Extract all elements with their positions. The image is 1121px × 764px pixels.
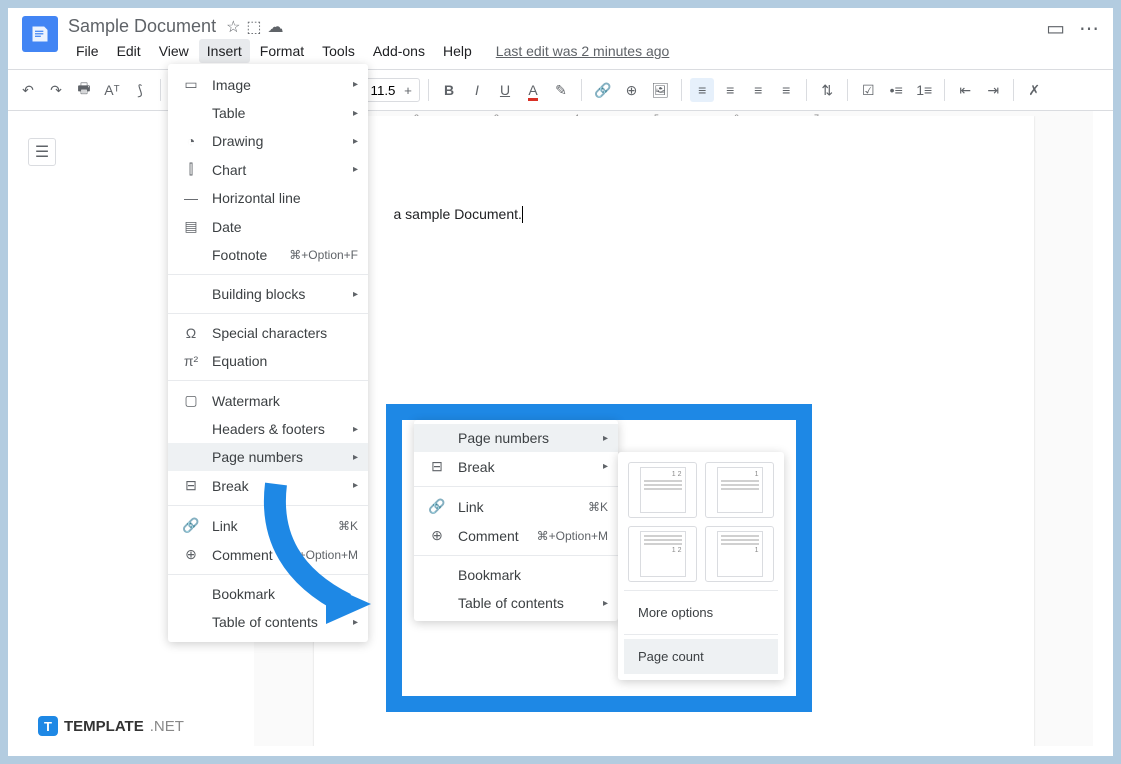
pn-option-top-right-skip[interactable]: 1 bbox=[705, 462, 774, 518]
menu-edit[interactable]: Edit bbox=[109, 39, 149, 63]
add-comment-icon[interactable]: ⊕ bbox=[619, 78, 643, 103]
insert-equation[interactable]: π²Equation bbox=[168, 347, 368, 375]
sub-break[interactable]: ⊟Break▸ bbox=[414, 452, 618, 481]
undo-icon[interactable]: ↶ bbox=[16, 78, 40, 103]
bullet-list-icon[interactable]: •≡ bbox=[884, 78, 908, 102]
insert-date[interactable]: ▤Date bbox=[168, 212, 368, 241]
insert-hr[interactable]: —Horizontal line bbox=[168, 184, 368, 212]
insert-building-blocks[interactable]: Building blocks▸ bbox=[168, 280, 368, 308]
docs-logo bbox=[22, 16, 58, 52]
pn-option-top-right[interactable]: 1 2 bbox=[628, 462, 697, 518]
star-icon[interactable]: ☆ bbox=[226, 17, 240, 37]
sub-page-numbers[interactable]: Page numbers▸ bbox=[414, 424, 618, 452]
insert-headers-footers[interactable]: Headers & footers▸ bbox=[168, 415, 368, 443]
document-body-text: a sample Document. bbox=[394, 206, 522, 222]
move-icon[interactable]: ⬚ bbox=[246, 17, 261, 37]
insert-watermark[interactable]: ▢Watermark bbox=[168, 386, 368, 415]
comment-history-icon[interactable]: ▭ bbox=[1046, 16, 1065, 41]
menu-file[interactable]: File bbox=[68, 39, 107, 63]
callout-arrow bbox=[256, 474, 376, 624]
share-icon[interactable]: ⋯ bbox=[1079, 16, 1099, 41]
font-size-input[interactable] bbox=[369, 79, 397, 101]
highlight-icon[interactable]: ✎ bbox=[549, 78, 573, 103]
doc-title[interactable]: Sample Document bbox=[68, 16, 216, 37]
number-list-icon[interactable]: 1≡ bbox=[912, 78, 936, 102]
checklist-icon[interactable]: ☑ bbox=[856, 78, 880, 103]
menu-tools[interactable]: Tools bbox=[314, 39, 363, 63]
pn-option-bottom-right-skip[interactable]: 1 bbox=[705, 526, 774, 582]
menu-view[interactable]: View bbox=[151, 39, 197, 63]
submenu-insert-partial: Page numbers▸ ⊟Break▸ 🔗Link⌘K ⊕Comment⌘+… bbox=[414, 420, 618, 621]
menu-addons[interactable]: Add-ons bbox=[365, 39, 433, 63]
font-size-increase[interactable]: + bbox=[397, 79, 419, 101]
indent-increase-icon[interactable]: ⇥ bbox=[981, 78, 1005, 103]
indent-decrease-icon[interactable]: ⇤ bbox=[953, 78, 977, 103]
spellcheck-icon[interactable]: Aᵀ bbox=[100, 78, 124, 102]
paint-format-icon[interactable]: ⟆ bbox=[128, 78, 152, 103]
clear-format-icon[interactable]: ✗ bbox=[1022, 78, 1046, 103]
underline-icon[interactable]: U bbox=[493, 78, 517, 102]
align-center-icon[interactable]: ≡ bbox=[718, 78, 742, 102]
redo-icon[interactable]: ↷ bbox=[44, 78, 68, 103]
align-right-icon[interactable]: ≡ bbox=[746, 78, 770, 102]
insert-footnote[interactable]: Footnote⌘+Option+F bbox=[168, 241, 368, 269]
callout-highlight: Page numbers▸ ⊟Break▸ 🔗Link⌘K ⊕Comment⌘+… bbox=[386, 404, 812, 712]
insert-image[interactable]: ▭Image▸ bbox=[168, 70, 368, 99]
sub-toc[interactable]: Table of contents▸ bbox=[414, 589, 618, 617]
pn-more-options[interactable]: More options bbox=[624, 595, 778, 630]
pn-page-count[interactable]: Page count bbox=[624, 639, 778, 674]
insert-image-icon[interactable]: 🖼 bbox=[647, 78, 673, 103]
align-left-icon[interactable]: ≡ bbox=[690, 78, 714, 102]
cloud-icon[interactable]: ☁ bbox=[268, 17, 284, 37]
sub-bookmark[interactable]: Bookmark bbox=[414, 561, 618, 589]
print-icon[interactable]: 🖶 bbox=[72, 74, 96, 106]
sub-comment[interactable]: ⊕Comment⌘+Option+M bbox=[414, 521, 618, 550]
line-spacing-icon[interactable]: ⇅ bbox=[815, 78, 839, 103]
menu-insert[interactable]: Insert bbox=[199, 39, 250, 63]
insert-special-chars[interactable]: ΩSpecial characters bbox=[168, 319, 368, 347]
template-net-logo: T TEMPLATE.NET bbox=[38, 716, 184, 736]
align-justify-icon[interactable]: ≡ bbox=[774, 78, 798, 102]
menu-format[interactable]: Format bbox=[252, 39, 312, 63]
menu-help[interactable]: Help bbox=[435, 39, 480, 63]
insert-table[interactable]: Table▸ bbox=[168, 99, 368, 127]
italic-icon[interactable]: I bbox=[465, 78, 489, 102]
bold-icon[interactable]: B bbox=[437, 78, 461, 102]
last-edit-link[interactable]: Last edit was 2 minutes ago bbox=[488, 39, 678, 63]
text-color-icon[interactable]: A bbox=[521, 78, 545, 102]
pn-option-bottom-right[interactable]: 1 2 bbox=[628, 526, 697, 582]
insert-page-numbers[interactable]: Page numbers▸ bbox=[168, 443, 368, 471]
insert-drawing[interactable]: ◔Drawing▸ bbox=[168, 127, 368, 155]
sub-link[interactable]: 🔗Link⌘K bbox=[414, 492, 618, 521]
outline-icon[interactable]: ☰ bbox=[28, 138, 56, 166]
link-icon[interactable]: 🔗 bbox=[590, 78, 615, 103]
insert-chart[interactable]: ⫿Chart▸ bbox=[168, 155, 368, 184]
page-numbers-flyout: 1 2 1 1 2 1 More options Page count bbox=[618, 452, 784, 680]
